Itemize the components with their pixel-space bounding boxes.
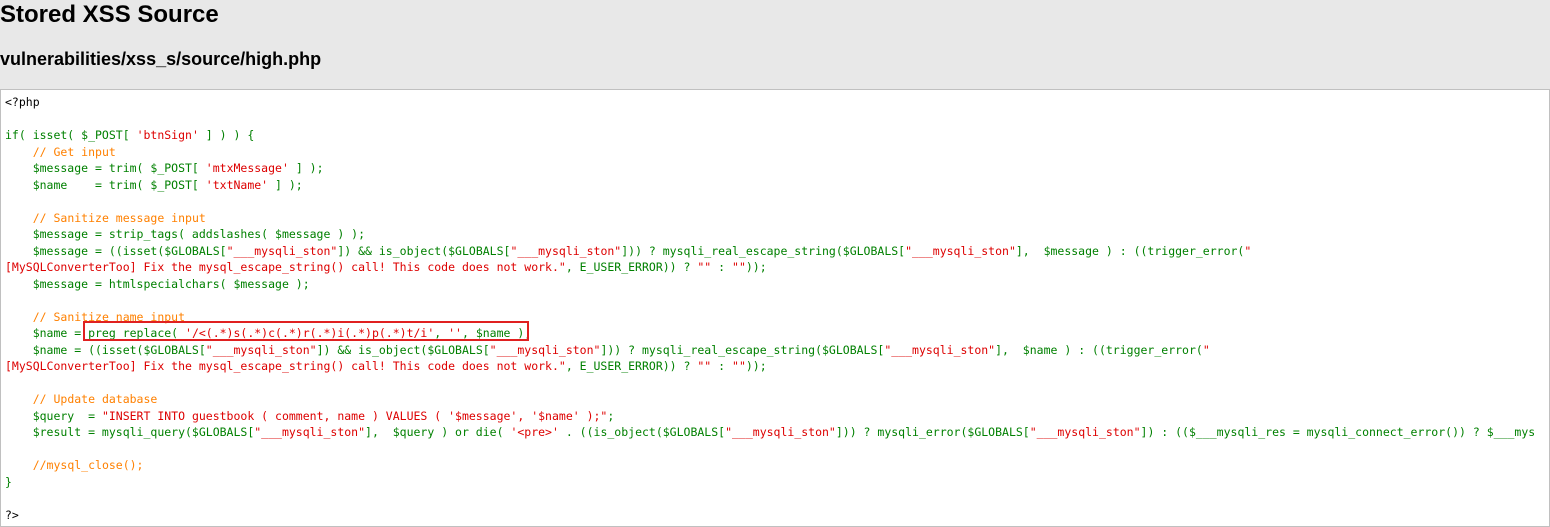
code-line: $name = trim( $_POST[ 'txtName' ] ); [5, 177, 1535, 194]
code-line: <?php [5, 94, 1535, 111]
code-token: $query = [5, 408, 102, 423]
code-line: if( isset( $_POST[ 'btnSign' ] ) ) { [5, 127, 1535, 144]
code-token: [MySQLConverterToo] Fix the mysql_escape… [5, 359, 566, 373]
code-token: // Sanitize name input [32, 309, 186, 324]
code-token: , [434, 326, 449, 340]
code-line: $query = "INSERT INTO guestbook ( commen… [5, 408, 1535, 425]
code-token: ])) ? mysqli_error($GLOBALS[ [835, 425, 1030, 439]
source-code-panel: <?php if( isset( $_POST[ 'btnSign' ] ) )… [0, 89, 1550, 527]
code-token: 'txtName' [205, 177, 269, 192]
page-title: Stored XSS Source [0, 1, 219, 28]
code-token: $result = mysqli_query($GLOBALS[ [5, 425, 255, 439]
code-line: $message = trim( $_POST[ 'mtxMessage' ] … [5, 160, 1535, 177]
code-token: $name = trim( $_POST[ [5, 177, 206, 192]
code-token: $message = trim( $_POST[ [5, 161, 206, 175]
source-file-path: vulnerabilities/xss_s/source/high.php [0, 49, 322, 69]
code-token: ]) : (($___mysqli_res = mysqli_connect_e… [1140, 425, 1536, 439]
code-token: ], $query ) or die( [365, 425, 511, 439]
code-token: ], $name ) : ((trigger_error( [995, 342, 1203, 357]
code-line: // Sanitize name input [5, 309, 1535, 326]
code-line: [MySQLConverterToo] Fix the mysql_escape… [5, 259, 1535, 276]
code-token: [MySQLConverterToo] Fix the mysql_escape… [5, 260, 566, 274]
code-line: $message = ((isset($GLOBALS["___mysqli_s… [5, 243, 1535, 260]
code-line: $message = htmlspecialchars( $message ); [5, 276, 1535, 293]
code-token: ]) && is_object($GLOBALS[ [337, 243, 511, 258]
code-line: $message = strip_tags( addslashes( $mess… [5, 226, 1535, 243]
code-token: $message = strip_tags( addslashes( $mess… [5, 227, 366, 241]
code-token: '' [448, 326, 462, 340]
code-token: , $name ); [461, 326, 532, 340]
code-token: ])) ? mysqli_real_escape_string($GLOBALS… [621, 243, 906, 258]
code-token: : [711, 260, 733, 274]
code-token: "___mysqli_ston" [905, 243, 1016, 258]
code-line: } [5, 474, 1535, 491]
code-token: : [711, 359, 733, 373]
code-token: "" [732, 359, 746, 373]
code-token: )); [745, 260, 767, 274]
code-token: 'mtxMessage' [205, 161, 289, 175]
code-token: "___mysqli_ston" [884, 342, 996, 357]
code-line: $name = preg_replace( '/<(.*)s(.*)c(.*)r… [5, 325, 1535, 342]
code-token: $message = ((isset($GLOBALS[ [5, 243, 227, 258]
code-token: ] ); [288, 161, 324, 175]
code-token: "___mysqli_ston" [510, 243, 622, 258]
code-token: //mysql_close(); [32, 458, 144, 472]
code-token: ] ) ) { [198, 128, 255, 142]
code-token: ?> [5, 507, 19, 522]
code-token: . ((is_object($GLOBALS[ [558, 425, 726, 439]
code-token: $name = ((isset($GLOBALS[ [5, 342, 206, 357]
code-token: ]) && is_object($GLOBALS[ [316, 342, 490, 357]
code-token: ], $message ) : ((trigger_error( [1015, 243, 1245, 258]
code-token: <?php [5, 95, 40, 109]
code-token: $name = preg_replace( [5, 326, 186, 340]
code-line: // Sanitize message input [5, 210, 1535, 227]
code-token: 'btnSign' [136, 128, 199, 142]
code-token: "" [697, 260, 712, 274]
code-token: // Sanitize message input [32, 210, 206, 225]
code-token: "___mysqli_ston" [226, 243, 338, 258]
code-token: " [1202, 342, 1210, 357]
code-line: ?> [5, 507, 1535, 524]
code-token: "___mysqli_ston" [254, 425, 366, 439]
code-token: "INSERT INTO guestbook ( comment, name )… [101, 408, 608, 423]
code-token: "___mysqli_ston" [1029, 425, 1141, 439]
code-token: " [1244, 243, 1252, 258]
code-token: )); [745, 359, 767, 373]
code-token: "___mysqli_ston" [205, 342, 317, 357]
code-token: , E_USER_ERROR)) ? [565, 260, 698, 274]
code-line: $result = mysqli_query($GLOBALS["___mysq… [5, 424, 1535, 441]
code-token: ; [607, 408, 615, 423]
code-line: // Get input [5, 144, 1535, 161]
code-token: ])) ? mysqli_real_escape_string($GLOBALS… [600, 342, 885, 357]
code-token: "___mysqli_ston" [489, 342, 601, 357]
code-line: // Update database [5, 391, 1535, 408]
code-token: "___mysqli_ston" [725, 425, 836, 439]
code-token: , E_USER_ERROR)) ? [565, 359, 698, 373]
code-line: //mysql_close(); [5, 457, 1535, 474]
code-token: $message = htmlspecialchars( $message ); [5, 276, 310, 291]
code-line: [MySQLConverterToo] Fix the mysql_escape… [5, 358, 1535, 375]
code-token: "" [732, 260, 746, 274]
code-token: // Update database [32, 392, 158, 406]
code-token: ] ); [268, 177, 303, 192]
code-token: if( isset( $_POST[ [5, 128, 137, 142]
code-token: "" [697, 359, 712, 373]
code-token: } [5, 474, 12, 489]
code-token: '/<(.*)s(.*)c(.*)r(.*)i(.*)p(.*)t/i' [185, 326, 435, 340]
code-token: // Get input [32, 144, 116, 159]
code-line: $name = ((isset($GLOBALS["___mysqli_ston… [5, 342, 1535, 359]
php-source-code: <?php if( isset( $_POST[ 'btnSign' ] ) )… [5, 94, 1535, 523]
code-token: '<pre>' [510, 425, 559, 439]
